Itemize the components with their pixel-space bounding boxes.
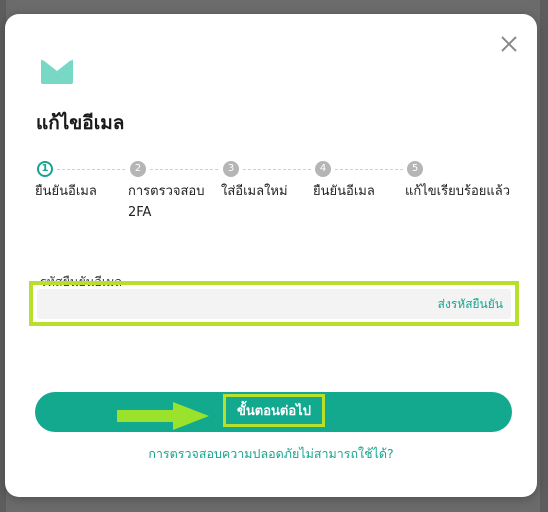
dialog-title: แก้ไขอีเมล xyxy=(36,112,125,134)
send-code-link[interactable]: ส่งรหัสยืนยัน xyxy=(438,295,503,314)
step-connector xyxy=(335,169,403,170)
backdrop-right xyxy=(540,0,548,512)
close-icon[interactable] xyxy=(499,34,519,54)
step-number: 1 xyxy=(37,161,53,177)
backdrop xyxy=(0,0,548,14)
step-label: ยืนยันอีเมล xyxy=(35,184,97,199)
step-label: การตรวจสอบ 2FA xyxy=(128,184,205,220)
mail-icon xyxy=(40,56,74,86)
step-label: ยืนยันอีเมล xyxy=(313,184,375,199)
step-label: ใส่อีเมลใหม่ xyxy=(221,184,288,199)
step-number: 4 xyxy=(315,161,331,177)
edit-email-dialog: แก้ไขอีเมล 1 ยืนยันอีเมล 2 การตรวจสอบ 2F… xyxy=(5,14,537,497)
step-number: 3 xyxy=(223,161,239,177)
stepper: 1 ยืนยันอีเมล 2 การตรวจสอบ 2FA 3 ใส่อีเม… xyxy=(35,159,525,239)
step-connector xyxy=(57,169,125,170)
arrow-right-icon xyxy=(117,402,209,430)
step-connector xyxy=(150,169,218,170)
step-number: 2 xyxy=(130,161,146,177)
step-connector xyxy=(243,169,311,170)
step-number: 5 xyxy=(407,161,423,177)
next-step-label: ขั้นตอนต่อไป xyxy=(223,394,325,427)
security-unavailable-link[interactable]: การตรวจสอบความปลอดภัยไม่สามารถใช้ได้? xyxy=(5,444,537,464)
step-label: แก้ไขเรียบร้อยแล้ว xyxy=(405,184,511,199)
next-step-button[interactable]: ขั้นตอนต่อไป xyxy=(35,392,512,432)
